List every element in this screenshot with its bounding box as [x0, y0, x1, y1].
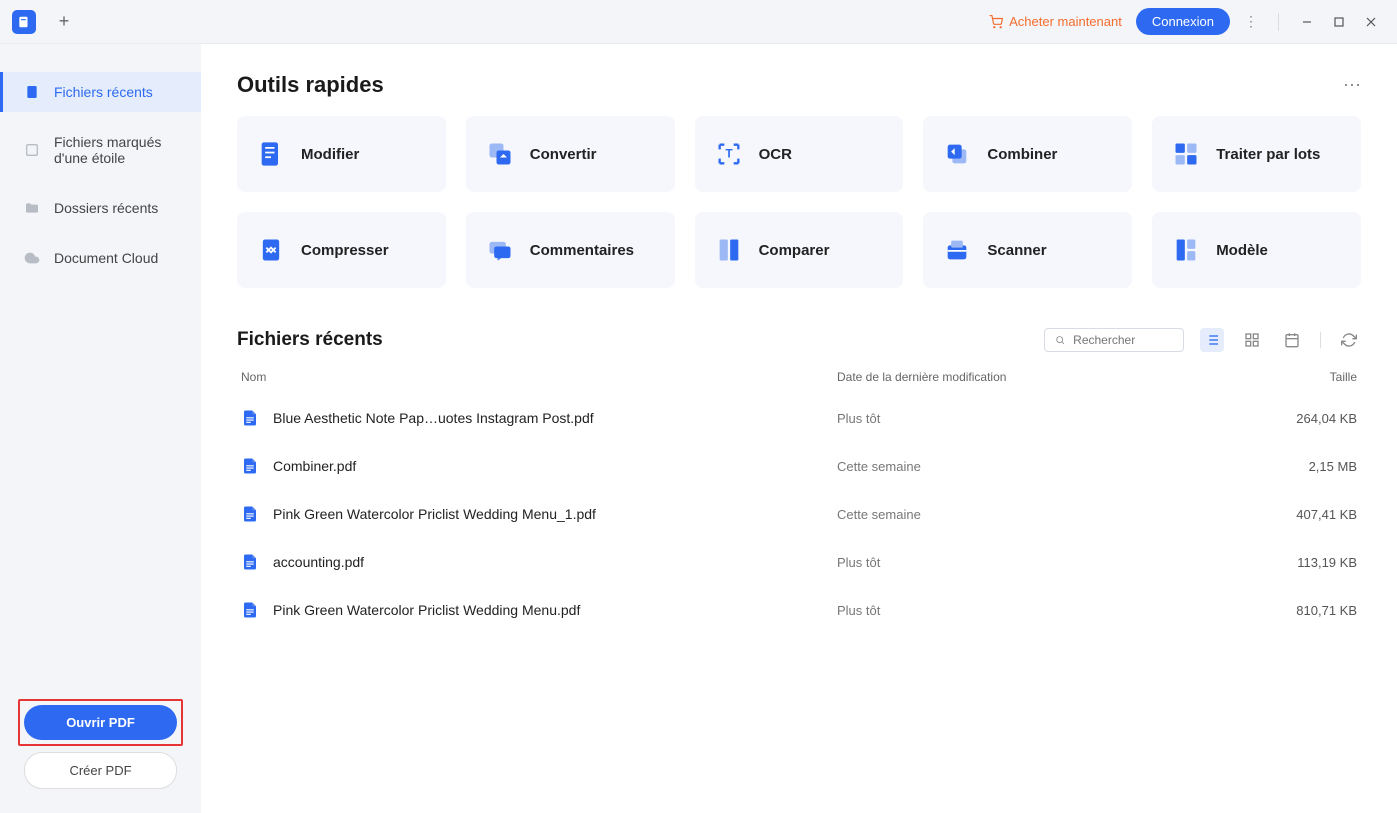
tool-combine[interactable]: Combiner: [923, 116, 1132, 192]
tool-label: Commentaires: [530, 242, 634, 259]
new-tab-button[interactable]: +: [52, 10, 76, 34]
grid-view-icon[interactable]: [1240, 328, 1264, 352]
main-content: Outils rapides ⋯ Modifier Convertir T OC…: [201, 44, 1397, 813]
recent-files-title: Fichiers récents: [237, 329, 383, 351]
file-table-header: Nom Date de la dernière modification Tai…: [237, 360, 1361, 394]
search-input-wrapper[interactable]: [1044, 328, 1184, 352]
tool-label: Traiter par lots: [1216, 146, 1320, 163]
sidebar-item-recent-folders[interactable]: Dossiers récents: [0, 188, 201, 228]
tool-scanner[interactable]: Scanner: [923, 212, 1132, 288]
minimize-icon[interactable]: [1293, 8, 1321, 36]
template-icon: [1172, 236, 1200, 264]
svg-text:T: T: [725, 148, 732, 161]
more-menu-icon[interactable]: ⋮: [1244, 13, 1258, 30]
tool-template[interactable]: Modèle: [1152, 212, 1361, 288]
col-name-header[interactable]: Nom: [241, 370, 837, 384]
create-pdf-button[interactable]: Créer PDF: [24, 752, 177, 789]
tool-ocr[interactable]: T OCR: [695, 116, 904, 192]
sidebar-item-label: Document Cloud: [54, 250, 158, 266]
tool-label: Modifier: [301, 146, 359, 163]
separator: [1320, 332, 1321, 348]
tool-compress[interactable]: Compresser: [237, 212, 446, 288]
refresh-icon[interactable]: [1337, 328, 1361, 352]
sidebar-item-label: Dossiers récents: [54, 200, 158, 216]
file-name-label: Pink Green Watercolor Priclist Wedding M…: [273, 506, 596, 522]
titlebar: + Acheter maintenant Connexion ⋮: [0, 0, 1397, 44]
close-icon[interactable]: [1357, 8, 1385, 36]
edit-icon: [257, 140, 285, 168]
tool-label: OCR: [759, 146, 792, 163]
tool-label: Scanner: [987, 242, 1046, 259]
tool-convert[interactable]: Convertir: [466, 116, 675, 192]
file-date-label: Cette semaine: [837, 459, 1237, 474]
file-date-label: Plus tôt: [837, 603, 1237, 618]
maximize-icon[interactable]: [1325, 8, 1353, 36]
convert-icon: [486, 140, 514, 168]
tool-label: Modèle: [1216, 242, 1268, 259]
file-name-label: Blue Aesthetic Note Pap…uotes Instagram …: [273, 410, 594, 426]
sidebar-item-label: Fichiers marqués d'une étoile: [54, 134, 185, 166]
buy-now-link[interactable]: Acheter maintenant: [989, 14, 1122, 29]
file-size-label: 264,04 KB: [1237, 411, 1357, 426]
list-view-icon[interactable]: [1200, 328, 1224, 352]
file-name-label: Combiner.pdf: [273, 458, 356, 474]
file-table: Nom Date de la dernière modification Tai…: [237, 360, 1361, 634]
file-row[interactable]: accounting.pdf Plus tôt113,19 KB: [237, 538, 1361, 586]
file-date-label: Plus tôt: [837, 555, 1237, 570]
cart-icon: [989, 15, 1003, 29]
quick-tools-title: Outils rapides: [237, 72, 384, 98]
ocr-icon: T: [715, 140, 743, 168]
file-row[interactable]: Combiner.pdf Cette semaine2,15 MB: [237, 442, 1361, 490]
file-size-label: 810,71 KB: [1237, 603, 1357, 618]
folder-icon: [24, 200, 40, 216]
star-icon: [24, 142, 40, 158]
sidebar-item-label: Fichiers récents: [54, 84, 153, 100]
batch-icon: [1172, 140, 1200, 168]
combine-icon: [943, 140, 971, 168]
tools-more-icon[interactable]: ⋯: [1343, 75, 1361, 96]
file-name-label: accounting.pdf: [273, 554, 364, 570]
file-size-label: 113,19 KB: [1237, 555, 1357, 570]
sidebar-item-recent-files[interactable]: Fichiers récents: [0, 72, 201, 112]
file-date-label: Plus tôt: [837, 411, 1237, 426]
calendar-view-icon[interactable]: [1280, 328, 1304, 352]
tool-compare[interactable]: Comparer: [695, 212, 904, 288]
separator: [1278, 13, 1279, 31]
compress-icon: [257, 236, 285, 264]
sidebar-item-starred[interactable]: Fichiers marqués d'une étoile: [0, 122, 201, 178]
file-icon: [24, 84, 40, 100]
file-row[interactable]: Pink Green Watercolor Priclist Wedding M…: [237, 586, 1361, 634]
tool-label: Compresser: [301, 242, 389, 259]
file-row[interactable]: Pink Green Watercolor Priclist Wedding M…: [237, 490, 1361, 538]
cloud-icon: [24, 250, 40, 266]
tool-label: Convertir: [530, 146, 597, 163]
file-size-label: 407,41 KB: [1237, 507, 1357, 522]
search-icon: [1055, 334, 1065, 346]
open-pdf-button[interactable]: Ouvrir PDF: [24, 705, 177, 740]
tool-comments[interactable]: Commentaires: [466, 212, 675, 288]
comments-icon: [486, 236, 514, 264]
login-button[interactable]: Connexion: [1136, 8, 1230, 35]
file-name-label: Pink Green Watercolor Priclist Wedding M…: [273, 602, 580, 618]
sidebar-item-cloud[interactable]: Document Cloud: [0, 238, 201, 278]
tool-grid: Modifier Convertir T OCR Combiner Traite…: [237, 116, 1361, 288]
tool-batch[interactable]: Traiter par lots: [1152, 116, 1361, 192]
file-size-label: 2,15 MB: [1237, 459, 1357, 474]
col-size-header[interactable]: Taille: [1237, 370, 1357, 384]
scanner-icon: [943, 236, 971, 264]
highlight-annotation: Ouvrir PDF: [18, 699, 183, 746]
tool-label: Combiner: [987, 146, 1057, 163]
col-date-header[interactable]: Date de la dernière modification: [837, 370, 1237, 384]
compare-icon: [715, 236, 743, 264]
sidebar: Fichiers récents Fichiers marqués d'une …: [0, 44, 201, 813]
search-input[interactable]: [1073, 333, 1173, 347]
tool-edit[interactable]: Modifier: [237, 116, 446, 192]
app-logo-icon[interactable]: [12, 10, 36, 34]
file-row[interactable]: Blue Aesthetic Note Pap…uotes Instagram …: [237, 394, 1361, 442]
tool-label: Comparer: [759, 242, 830, 259]
file-date-label: Cette semaine: [837, 507, 1237, 522]
buy-now-label: Acheter maintenant: [1009, 14, 1122, 29]
